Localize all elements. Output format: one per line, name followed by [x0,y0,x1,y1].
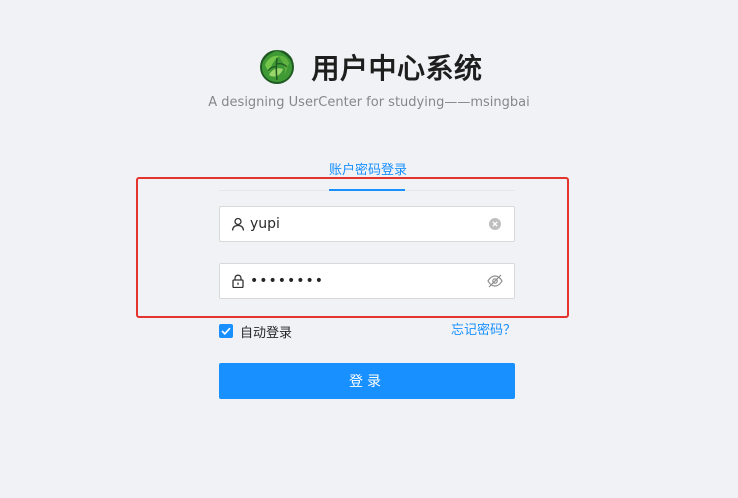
tab-ink-bar [329,189,405,191]
app-title: 用户中心系统 [311,52,483,85]
tab-account-password[interactable]: 账户密码登录 [329,157,407,189]
username-value[interactable]: yupi [250,216,487,232]
clear-icon[interactable] [487,216,503,232]
password-field[interactable]: •••••••• [219,263,515,299]
username-field[interactable]: yupi [219,206,515,242]
eye-invisible-icon[interactable] [487,273,503,289]
login-button[interactable]: 登录 [219,363,515,399]
auto-login-label[interactable]: 自动登录 [240,322,292,341]
checkbox-checked-icon[interactable] [219,324,233,338]
app-header: 用户中心系统 [0,44,738,90]
app-subtitle: A designing UserCenter for studying——msi… [208,95,530,110]
forgot-password-link[interactable]: 忘记密码？ [451,322,516,340]
user-icon [231,217,245,231]
cabbage-logo-icon [260,50,295,84]
login-tabs: 账户密码登录 [219,157,515,191]
auto-login-checkbox[interactable]: 自动登录 [219,322,292,341]
lock-icon [231,274,245,288]
password-value[interactable]: •••••••• [250,273,487,289]
